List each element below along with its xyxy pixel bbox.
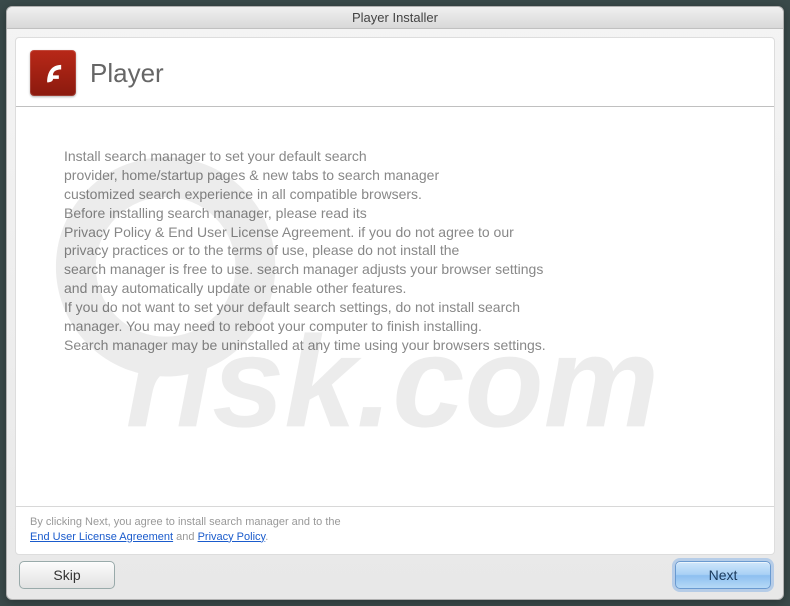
installer-window: Player Installer Player risk.com I <box>6 6 784 600</box>
flash-player-icon <box>30 50 76 96</box>
next-button[interactable]: Next <box>675 561 771 589</box>
content-wrap: Player risk.com Install search manager t… <box>7 29 783 599</box>
body-text: Install search manager to set your defau… <box>64 147 726 355</box>
eula-link[interactable]: End User License Agreement <box>30 531 173 543</box>
privacy-link[interactable]: Privacy Policy <box>198 531 266 543</box>
footer-conj: and <box>173 531 197 543</box>
content: Player risk.com Install search manager t… <box>15 37 775 555</box>
footer-suffix: . <box>265 531 268 543</box>
skip-button[interactable]: Skip <box>19 561 115 589</box>
header: Player <box>16 38 774 107</box>
body-area: risk.com Install search manager to set y… <box>16 107 774 506</box>
button-bar: Skip Next <box>15 559 775 591</box>
footer-prefix: By clicking Next, you agree to install s… <box>30 516 341 528</box>
header-title: Player <box>90 58 164 89</box>
titlebar: Player Installer <box>7 7 783 29</box>
window-title: Player Installer <box>352 10 438 25</box>
footer-note: By clicking Next, you agree to install s… <box>16 506 774 554</box>
